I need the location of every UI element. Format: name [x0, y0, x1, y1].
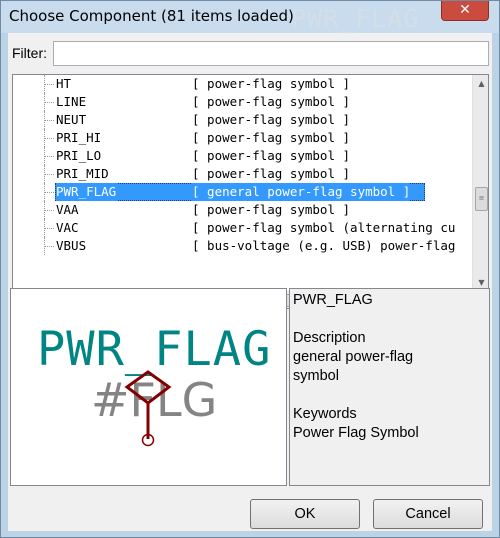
component-name: PRI_MID — [56, 166, 109, 181]
component-description: [ power-flag symbol (alternating cu — [192, 220, 456, 235]
cancel-button[interactable]: Cancel — [373, 499, 483, 529]
component-description: [ general power-flag symbol ] — [192, 183, 411, 201]
window-title: Choose Component (81 items loaded) — [9, 7, 294, 25]
vertical-scroll-thumb[interactable]: ≡ — [475, 187, 488, 211]
symbol-preview: PWR_FLAG #FLG — [10, 288, 287, 486]
info-description-heading: Description — [293, 330, 366, 346]
info-keywords-heading: Keywords — [293, 406, 357, 422]
tree-connector — [44, 93, 54, 111]
tree-connector — [44, 147, 54, 165]
pwr-flag-symbol-icon: PWR_FLAG #FLG — [37, 322, 271, 447]
tree-connector — [44, 111, 54, 129]
component-row[interactable]: PRI_LO [ power-flag symbol ] — [13, 147, 472, 165]
component-name: HT — [56, 76, 72, 91]
info-component-name: PWR_FLAG — [293, 292, 373, 308]
component-name: NEUT — [56, 112, 87, 127]
tree-connector — [44, 129, 54, 147]
component-row[interactable]: NEUT [ power-flag symbol ] — [13, 111, 472, 129]
component-description: [ bus-voltage (e.g. USB) power-flag — [192, 238, 456, 253]
component-description: [ power-flag symbol ] — [192, 148, 351, 163]
scroll-up-arrow-icon[interactable]: ▲ — [473, 75, 488, 92]
component-list: HT [ power-flag symbol ] LINE [ power-flag … — [13, 75, 472, 291]
component-row[interactable]: PWR_FLAG [ general power-flag symbol ] — [13, 183, 472, 201]
component-name: PWR_FLAG — [56, 183, 119, 201]
component-description: [ power-flag symbol ] — [192, 130, 351, 145]
component-name: VBUS — [56, 238, 87, 253]
tree-connector — [44, 183, 54, 201]
info-description-line-1: general power-flag — [293, 349, 414, 365]
info-keywords: Power Flag Symbol — [293, 425, 419, 441]
symbol-name-text: PWR_FLAG — [37, 322, 271, 377]
filter-input[interactable] — [53, 41, 489, 66]
component-name: VAC — [56, 220, 79, 235]
component-row[interactable]: PRI_MID [ power-flag symbol ] — [13, 165, 472, 183]
component-row[interactable]: HT [ power-flag symbol ] — [13, 75, 472, 93]
tree-connector — [44, 219, 54, 237]
component-name: LINE — [56, 94, 87, 109]
ok-button[interactable]: OK — [250, 499, 360, 529]
dialog-body: Filter: HT [ power-flag symbol ] LINE [ pow… — [8, 33, 492, 531]
component-description: [ power-flag symbol ] — [192, 202, 351, 217]
title-bar[interactable]: Choose Component (81 items loaded) PWR_F… — [1, 1, 499, 33]
vertical-scrollbar[interactable]: ▲ ≡ ▼ — [472, 75, 488, 291]
title-ghost-text: PWR_FLAG — [291, 4, 420, 33]
choose-component-dialog: Choose Component (81 items loaded) PWR_F… — [0, 0, 500, 538]
component-row[interactable]: VAA [ power-flag symbol ] — [13, 201, 472, 219]
component-description: [ power-flag symbol ] — [192, 112, 351, 127]
component-row[interactable]: VBUS [ bus-voltage (e.g. USB) power-flag — [13, 237, 472, 255]
component-name: PRI_HI — [56, 130, 102, 145]
component-row[interactable]: LINE [ power-flag symbol ] — [13, 93, 472, 111]
tree-connector — [44, 75, 54, 93]
component-description: [ power-flag symbol ] — [192, 166, 351, 181]
close-button[interactable]: ✕ — [441, 1, 489, 21]
component-description: [ power-flag symbol ] — [192, 76, 351, 91]
tree-connector — [44, 237, 54, 255]
component-description: [ power-flag symbol ] — [192, 94, 351, 109]
component-tree[interactable]: HT [ power-flag symbol ] LINE [ power-flag … — [12, 74, 489, 309]
component-info-panel: PWR_FLAG Description general power-flag … — [289, 288, 490, 486]
component-name: VAA — [56, 202, 79, 217]
component-name: PRI_LO — [56, 148, 102, 163]
tree-connector — [44, 165, 54, 183]
filter-label: Filter: — [12, 45, 47, 61]
tree-connector — [44, 201, 54, 219]
component-row[interactable]: VAC [ power-flag symbol (alternating cu — [13, 219, 472, 237]
info-description-line-2: symbol — [293, 368, 339, 384]
component-row[interactable]: PRI_HI [ power-flag symbol ] — [13, 129, 472, 147]
